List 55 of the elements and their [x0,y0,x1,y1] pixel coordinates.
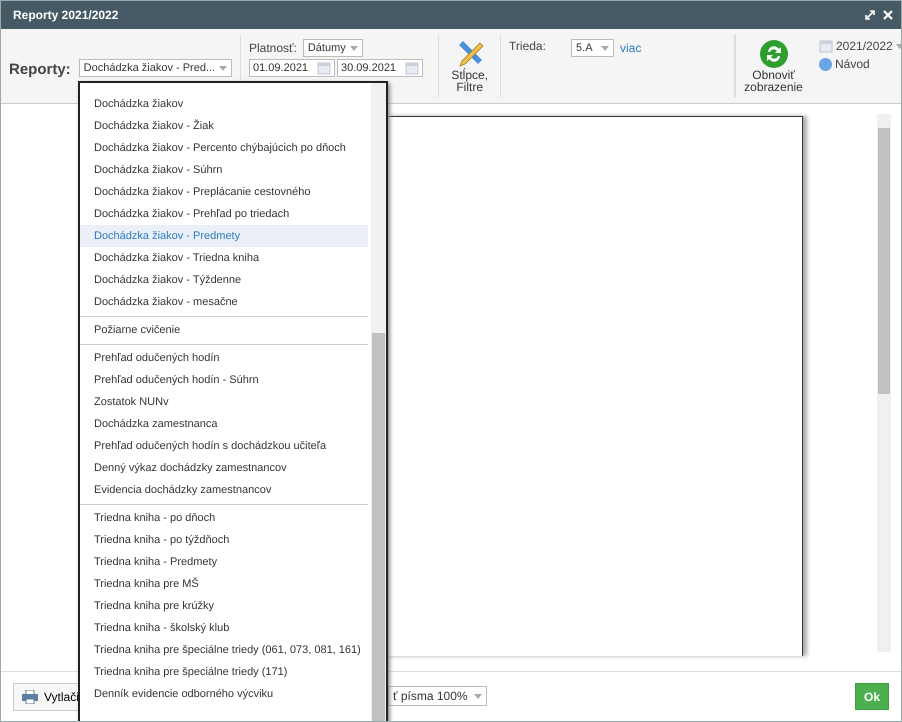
class-label: Trieda: [509,39,547,53]
caret-icon [601,46,610,50]
dropdown-item[interactable]: Dochádzka žiakov [80,93,368,115]
refresh-icon [758,39,788,69]
calendar-icon[interactable] [405,61,419,75]
caret-icon [350,46,358,50]
school-year[interactable]: 2021/2022 [836,39,893,53]
dropdown-item[interactable]: Triedna kniha - Predmety [80,551,368,573]
date-to-field[interactable]: 30.09.2021 [337,59,423,77]
dropdown-item[interactable]: Dochádzka zamestnanca [80,413,368,435]
dropdown-item[interactable]: Dochádzka žiakov - Žiak [80,115,368,137]
validity-label: Platnosť: [249,41,297,55]
dropdown-scrollbar[interactable] [371,83,386,721]
caret-icon [474,694,482,698]
validity-select[interactable]: Dátumy [302,39,363,57]
dropdown-item[interactable]: Triedna kniha - po dňoch [80,507,368,529]
reports-label: Reporty: [9,61,71,80]
maximize-icon[interactable] [865,10,875,20]
calendar-icon[interactable] [317,61,331,75]
calendar-icon[interactable] [819,39,833,53]
scrollbar[interactable] [877,114,891,652]
help-icon[interactable] [819,58,832,70]
refresh-button[interactable]: Obnoviť zobrazenie [740,39,807,93]
dropdown-item[interactable]: Dochádzka žiakov - Súhrn [80,159,368,181]
dropdown-item[interactable]: Triedna kniha pre krúžky [80,595,368,617]
dropdown-item[interactable]: Prehľad odučených hodín [80,347,368,369]
dropdown-item[interactable]: Dochádzka žiakov - Prehľad po triedach [80,203,368,225]
dropdown-item[interactable]: Prehľad odučených hodín s dochádzkou učiteľa [80,435,368,457]
dropdown-item[interactable]: Triedna kniha pre MŠ [80,573,368,595]
dropdown-item[interactable]: Dochádzka žiakov - Percento chýbajúcich po dňoch [80,137,368,159]
dropdown-item[interactable]: Dochádzka žiakov - Preplácanie cestovného [80,181,368,203]
printer-icon [22,690,38,704]
dropdown-item[interactable]: Dochádzka žiakov - mesačne [80,291,368,313]
date-from-field[interactable]: 01.09.2021 [249,59,335,77]
caret-icon [219,66,228,70]
more-link[interactable]: viac [620,41,642,55]
columns-filters-button[interactable]: Stĺpce, Filtre [447,39,492,93]
dropdown-item[interactable]: Dochádzka žiakov - Triedna kniha [80,247,368,269]
font-size-select[interactable]: ť písma 100% [388,686,487,706]
dropdown-item[interactable]: Triedna kniha - školský klub [80,617,368,639]
dropdown-item[interactable]: Zostatok NUNv [80,391,368,413]
report-select[interactable]: Dochádzka žiakov - Pred... [78,59,232,77]
dropdown-item[interactable]: Dochádzka žiakov - Týždenne [80,269,368,291]
dropdown-item[interactable]: Triedna kniha pre špeciálne triedy (171) [80,661,368,683]
dropdown-item[interactable]: Evidencia dochádzky zamestnancov [80,479,368,501]
dropdown-item[interactable]: Požiarne cvičenie [80,319,368,341]
window-title: Reporty 2021/2022 [13,8,118,22]
dropdown-item[interactable]: Dochádzka žiakov - Predmety [80,225,368,247]
dropdown-item[interactable]: Triedna kniha pre špeciálne triedy (061, 073, 081, 161) [80,639,368,661]
dropdown-item[interactable]: Prehľad odučených hodín - Súhrn [80,369,368,391]
close-icon[interactable] [883,10,893,20]
class-select[interactable]: 5.A [571,39,614,57]
dropdown-item[interactable]: Denný výkaz dochádzky zamestnancov [80,457,368,479]
help-link[interactable]: Návod [835,57,870,71]
dropdown-item[interactable]: Triedna kniha - po týždňoch [80,529,368,551]
